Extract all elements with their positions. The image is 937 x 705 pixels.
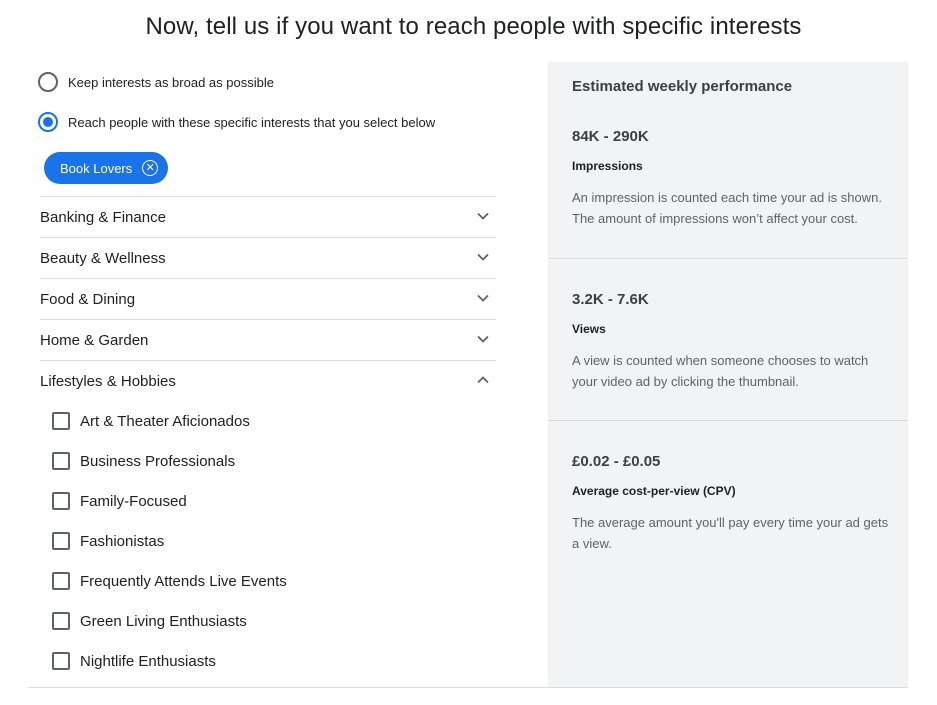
radio-broad-interests[interactable]: Keep interests as broad as possible xyxy=(28,62,496,102)
selected-interests: Book Lovers ✕ xyxy=(28,142,496,196)
metric-name: Impressions xyxy=(572,159,643,173)
subcategory-label: Family-Focused xyxy=(80,492,187,510)
close-circle-icon[interactable]: ✕ xyxy=(142,160,159,176)
interest-chip-book-lovers[interactable]: Book Lovers ✕ xyxy=(44,152,169,184)
category-lifestyles-hobbies[interactable]: Lifestyles & Hobbies xyxy=(40,361,496,401)
checkbox[interactable] xyxy=(52,572,70,590)
page-title: Now, tell us if you want to reach people… xyxy=(145,13,802,40)
chevron-up-icon xyxy=(477,376,489,384)
category-home-garden[interactable]: Home & Garden xyxy=(40,320,496,361)
chevron-down-icon xyxy=(477,212,489,220)
chip-label: Book Lovers xyxy=(60,160,133,176)
radio-specific-label: Reach people with these specific interes… xyxy=(68,114,436,130)
chevron-down-icon xyxy=(477,335,489,343)
metric-name: Views xyxy=(572,322,606,336)
metric-value: 84K - 290K xyxy=(572,128,649,145)
checkbox[interactable] xyxy=(52,612,70,630)
subcategory-item[interactable]: Art & Theater Aficionados xyxy=(40,401,496,441)
panel-title: Estimated weekly performance xyxy=(572,78,793,95)
category-label: Banking & Finance xyxy=(40,208,166,226)
radio-broad-label: Keep interests as broad as possible xyxy=(68,74,274,90)
category-label: Home & Garden xyxy=(40,331,149,349)
chevron-down-icon xyxy=(477,294,489,302)
checkbox[interactable] xyxy=(52,412,70,430)
metric-description: The average amount you'll pay every time… xyxy=(572,515,889,551)
subcategory-item[interactable]: Fashionistas xyxy=(40,521,496,561)
metric-value: 3.2K - 7.6K xyxy=(572,291,649,308)
category-label: Beauty & Wellness xyxy=(40,249,166,267)
metric-views: 3.2K - 7.6K Views A view is counted when… xyxy=(572,291,892,392)
subcategory-item[interactable]: Business Professionals xyxy=(40,441,496,481)
estimated-performance-panel: Estimated weekly performance 84K - 290K … xyxy=(548,62,908,687)
subcategory-item[interactable]: Family-Focused xyxy=(40,481,496,521)
category-banking-finance[interactable]: Banking & Finance xyxy=(40,197,496,238)
radio-broad-button[interactable] xyxy=(38,72,58,92)
checkbox[interactable] xyxy=(52,492,70,510)
category-food-dining[interactable]: Food & Dining xyxy=(40,279,496,320)
category-beauty-wellness[interactable]: Beauty & Wellness xyxy=(40,238,496,279)
category-label: Lifestyles & Hobbies xyxy=(40,372,176,390)
chevron-down-icon xyxy=(477,253,489,261)
metric-description: An impression is counted each time your … xyxy=(572,190,882,226)
checkbox[interactable] xyxy=(52,452,70,470)
subcategory-label: Business Professionals xyxy=(80,452,236,470)
metric-cpv: £0.02 - £0.05 Average cost-per-view (CPV… xyxy=(572,453,892,554)
radio-specific-interests[interactable]: Reach people with these specific interes… xyxy=(28,102,496,142)
category-label: Food & Dining xyxy=(40,290,136,308)
interest-category-list: Banking & Finance Beauty & Wellness Food… xyxy=(40,196,496,681)
divider xyxy=(548,258,908,259)
metric-value: £0.02 - £0.05 xyxy=(572,453,661,470)
bottom-divider xyxy=(28,687,908,688)
checkbox[interactable] xyxy=(52,652,70,670)
subcategory-item[interactable]: Green Living Enthusiasts xyxy=(40,601,496,641)
divider xyxy=(548,420,908,421)
interests-panel: Keep interests as broad as possible Reac… xyxy=(28,62,496,681)
subcategory-label: Art & Theater Aficionados xyxy=(80,412,250,430)
subcategory-label: Green Living Enthusiasts xyxy=(80,612,247,630)
checkbox[interactable] xyxy=(52,532,70,550)
subcategory-label: Frequently Attends Live Events xyxy=(80,572,287,590)
metric-name: Average cost-per-view (CPV) xyxy=(572,484,736,498)
metric-impressions: 84K - 290K Impressions An impression is … xyxy=(572,128,892,229)
subcategory-label: Nightlife Enthusiasts xyxy=(80,652,216,670)
subcategory-label: Fashionistas xyxy=(80,532,165,550)
subcategory-item[interactable]: Nightlife Enthusiasts xyxy=(40,641,496,681)
metric-description: A view is counted when someone chooses t… xyxy=(572,353,869,389)
subcategory-item[interactable]: Frequently Attends Live Events xyxy=(40,561,496,601)
radio-specific-button[interactable] xyxy=(38,112,58,132)
